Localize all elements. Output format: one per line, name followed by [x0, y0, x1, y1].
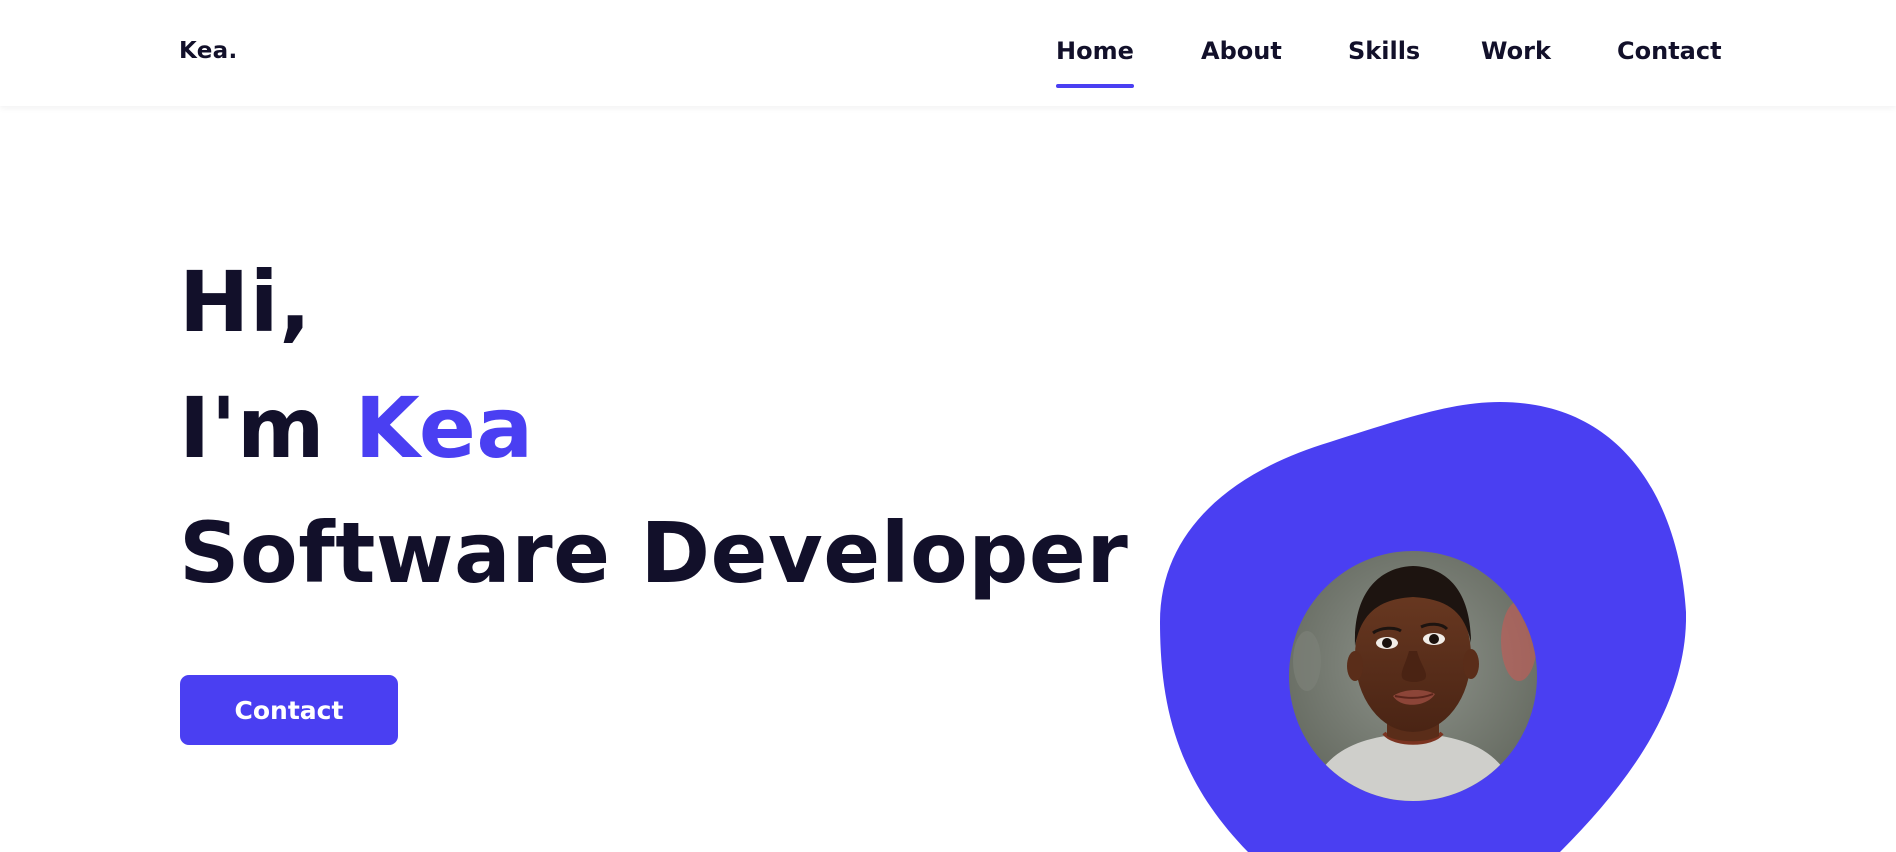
nav-work[interactable]: Work	[1481, 37, 1551, 65]
hero-intro: I'm Kea	[179, 386, 534, 470]
hero-name: Kea	[354, 379, 534, 477]
portrait-avatar-icon	[1289, 551, 1537, 801]
profile-photo	[1289, 551, 1537, 801]
nav-skills[interactable]: Skills	[1348, 37, 1420, 65]
nav-contact[interactable]: Contact	[1617, 37, 1722, 65]
nav-about[interactable]: About	[1201, 37, 1282, 65]
logo[interactable]: Kea.	[179, 38, 237, 64]
hero-role: Software Developer	[179, 504, 1129, 602]
contact-button[interactable]: Contact	[180, 675, 398, 745]
hero-greeting: Hi,	[179, 253, 312, 351]
site-header: Kea. Home About Skills Work Contact	[0, 0, 1896, 106]
nav-home[interactable]: Home	[1056, 37, 1134, 88]
hero-intro-prefix: I'm	[179, 379, 325, 477]
